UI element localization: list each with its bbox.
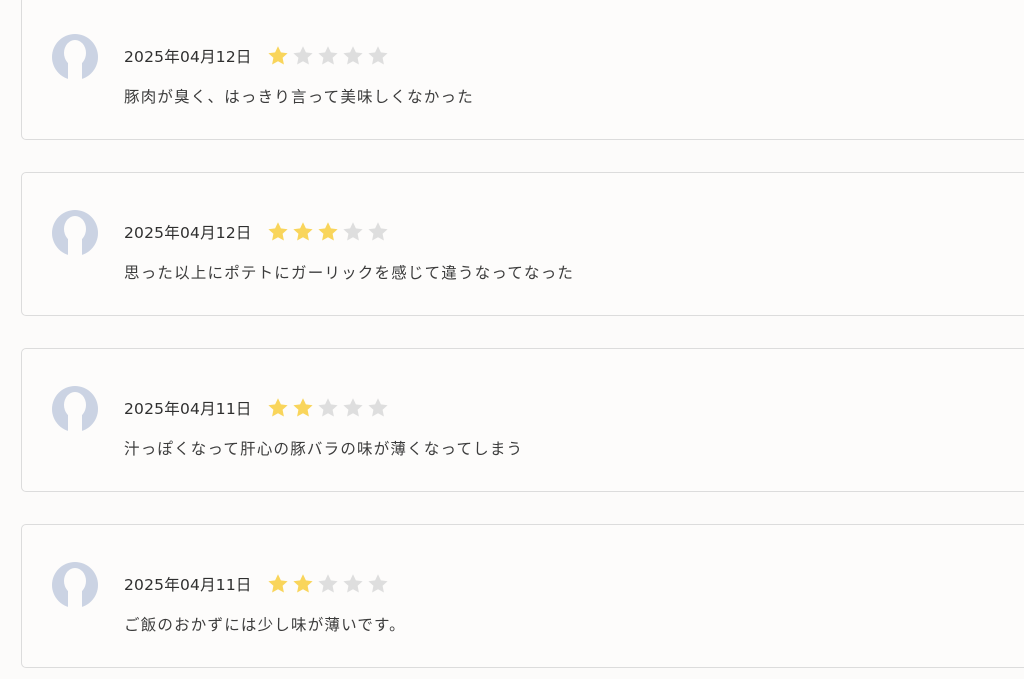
star-rating xyxy=(266,44,390,68)
star-empty-icon xyxy=(317,574,338,593)
star-empty-icon xyxy=(317,46,338,65)
review-meta: 2025年04月11日 xyxy=(124,395,390,421)
star-filled-icon xyxy=(267,574,288,593)
user-avatar-icon xyxy=(51,561,99,609)
star-filled-icon xyxy=(267,398,288,417)
star-filled-icon xyxy=(292,222,313,241)
star-filled-icon xyxy=(292,398,313,417)
review-comment: 汁っぽくなって肝心の豚バラの味が薄くなってしまう xyxy=(124,440,524,458)
star-empty-icon xyxy=(342,574,363,593)
review-card: 2025年04月11日 汁っぽくなって肝心の豚バラの味が薄くなってしまう xyxy=(21,348,1024,492)
star-rating xyxy=(266,572,390,596)
review-list: 2025年04月12日 豚肉が臭く、はっきり言って美味しくなかった 2025年0… xyxy=(0,0,1024,679)
star-empty-icon xyxy=(367,46,388,65)
review-date: 2025年04月12日 xyxy=(124,48,252,66)
review-meta: 2025年04月12日 xyxy=(124,219,390,245)
star-empty-icon xyxy=(367,222,388,241)
review-card: 2025年04月12日 豚肉が臭く、はっきり言って美味しくなかった xyxy=(21,0,1024,140)
star-empty-icon xyxy=(342,222,363,241)
star-empty-icon xyxy=(317,398,338,417)
review-comment: 豚肉が臭く、はっきり言って美味しくなかった xyxy=(124,88,474,106)
review-card: 2025年04月12日 思った以上にポテトにガーリックを感じて違うなってなった xyxy=(21,172,1024,316)
review-date: 2025年04月11日 xyxy=(124,576,252,594)
review-date: 2025年04月12日 xyxy=(124,224,252,242)
star-empty-icon xyxy=(342,398,363,417)
star-empty-icon xyxy=(367,574,388,593)
star-filled-icon xyxy=(317,222,338,241)
star-filled-icon xyxy=(292,574,313,593)
star-empty-icon xyxy=(342,46,363,65)
star-empty-icon xyxy=(292,46,313,65)
review-card: 2025年04月11日 ご飯のおかずには少し味が薄いです。 xyxy=(21,524,1024,668)
star-filled-icon xyxy=(267,46,288,65)
star-empty-icon xyxy=(367,398,388,417)
review-comment: 思った以上にポテトにガーリックを感じて違うなってなった xyxy=(124,264,575,282)
review-comment: ご飯のおかずには少し味が薄いです。 xyxy=(124,616,406,634)
user-avatar-icon xyxy=(51,209,99,257)
user-avatar-icon xyxy=(51,385,99,433)
user-avatar-icon xyxy=(51,33,99,81)
review-date: 2025年04月11日 xyxy=(124,400,252,418)
star-rating xyxy=(266,396,390,420)
star-filled-icon xyxy=(267,222,288,241)
star-rating xyxy=(266,220,390,244)
review-meta: 2025年04月12日 xyxy=(124,43,390,69)
review-meta: 2025年04月11日 xyxy=(124,571,390,597)
